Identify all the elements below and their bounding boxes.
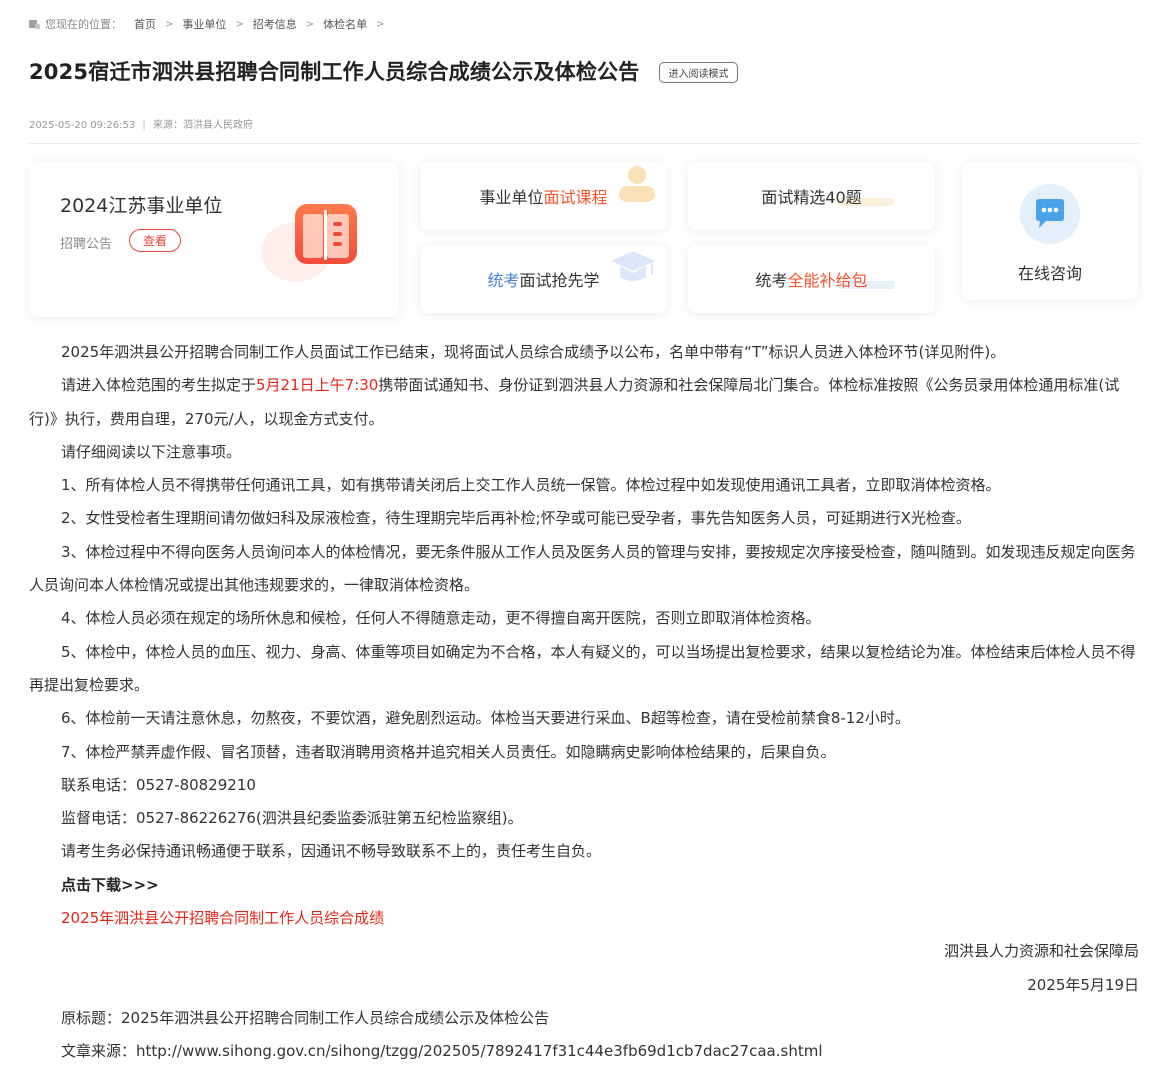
view-button[interactable]: 查看 [129,229,181,252]
supervise-phone: 监督电话：0527-86226276(泗洪县纪委监委派驻第五纪检监察组)。 [61,809,523,828]
paragraph-intro: 2025年泗洪县公开招聘合同制工作人员面试工作已结束，现将面试人员综合成绩予以公… [61,343,1006,361]
page-title: 2025宿迁市泗洪县招聘合同制工作人员综合成绩公示及体检公告 [29,60,640,84]
breadcrumb-home[interactable]: 首页 [134,16,156,32]
book-icon [295,204,357,264]
notice-item-2: 2、女性受检者生理期间请勿做妇科及尿液检查，待生理期完毕后再补检;怀孕或可能已受… [61,509,971,528]
online-consult-card[interactable]: 在线咨询 [962,162,1138,300]
promo-card-title: 2024江苏事业单位 [60,195,223,217]
promo-card-interview-early[interactable]: 统考面试抢先学 [420,245,667,313]
breadcrumb-medical-list[interactable]: 体检名单 [323,16,367,32]
breadcrumb: 您现在的位置： 首页 > 事业单位 > 招考信息 > 体检名单 > [29,15,394,33]
promo-card-label: 统考全能补给包 [755,271,868,290]
notice-item-7: 7、体检严禁弄虚作假、冒名顶替，违者取消聘用资格并追究相关人员责任。如隐瞒病史影… [61,742,836,761]
download-label: 点击下载>>> [61,875,159,894]
read-mode-button[interactable]: 进入阅读模式 [659,62,738,83]
download-link[interactable]: 2025年泗洪县公开招聘合同制工作人员综合成绩 [61,909,384,927]
promo-card-label: 事业单位面试课程 [479,188,608,207]
article-body: 2025年泗洪县公开招聘合同制工作人员面试工作已结束，现将面试人员综合成绩予以公… [29,336,1139,1069]
promo-card-sublabel: 招聘公告 [60,237,113,252]
signature-date: 2025年5月19日 [1027,975,1139,994]
original-title: 原标题：2025年泗洪县公开招聘合同制工作人员综合成绩公示及体检公告 [61,1008,550,1027]
breadcrumb-separator: > [165,18,174,30]
notice-item-3: 3、体检过程中不得向医务人员询问本人的体检情况，要无条件服从工作人员及医务人员的… [29,542,1136,595]
breadcrumb-separator: > [235,18,244,30]
promo-card-jiangsu[interactable]: 2024江苏事业单位 招聘公告 查看 [29,162,399,317]
consult-label: 在线咨询 [1017,264,1082,283]
promo-card-label: 面试精选40题 [761,188,862,207]
breadcrumb-public-institution[interactable]: 事业单位 [182,16,226,32]
breadcrumb-separator: > [305,18,315,30]
breadcrumb-separator: > [376,18,385,30]
publish-datetime: 2025-05-20 09:26:53 [29,120,136,131]
download-label-row: 点击下载>>> [29,869,1139,902]
breadcrumb-recruitment-info[interactable]: 招考信息 [253,16,297,32]
meta-divider: | [142,120,146,131]
article-meta: 2025-05-20 09:26:53 | 来源：泗洪县人民政府 [29,116,253,131]
reminder-text: 请考生务必保持通讯畅通便于联系，因通讯不畅导致联系不上的，责任考生自负。 [61,842,602,861]
notice-item-5: 5、体检中，体检人员的血压、视力、身高、体重等项目如确定为不合格，本人有疑义的，… [29,642,1136,694]
paragraph-gathering: 请进入体检范围的考生拟定于5月21日上午7:30携带面试通知书、身份证到泗洪县人… [29,376,1120,428]
header-divider [29,143,1139,144]
download-link-row: 2025年泗洪县公开招聘合同制工作人员综合成绩 [29,902,1139,935]
promo-card-supply-pack[interactable]: 统考全能补给包 [688,245,935,313]
chat-bubble-icon [1036,199,1064,228]
promo-card-label: 统考面试抢先学 [487,271,600,290]
paragraph-notice-intro: 请仔细阅读以下注意事项。 [61,442,242,461]
signature-org: 泗洪县人力资源和社会保障局 [943,942,1139,961]
notice-item-1: 1、所有体检人员不得携带任何通讯工具，如有携带请关闭后上交工作人员统一保管。体检… [61,476,1001,495]
notice-item-6: 6、体检前一天请注意休息，勿熬夜，不要饮酒，避免剧烈运动。体检当天要进行采血、B… [61,709,910,728]
gathering-time: 5月21日上午7:30 [256,376,379,395]
contact-phone: 联系电话：0527-80829210 [61,775,256,794]
promo-card-40-questions[interactable]: 面试精选40题 [688,162,935,230]
promo-card-interview-course[interactable]: 事业单位面试课程 [420,162,667,230]
article-source-url: 文章来源：http://www.sihong.gov.cn/sihong/tzg… [61,1042,823,1061]
location-icon [29,19,40,30]
article-source: 来源：泗洪县人民政府 [152,120,253,131]
graduation-cap-icon [611,251,655,281]
breadcrumb-prefix: 您现在的位置： [45,18,122,31]
person-icon [619,166,655,202]
notice-item-4: 4、体检人员必须在规定的场所休息和候检，任何人不得随意走动，更不得擅自离开医院，… [61,609,821,628]
